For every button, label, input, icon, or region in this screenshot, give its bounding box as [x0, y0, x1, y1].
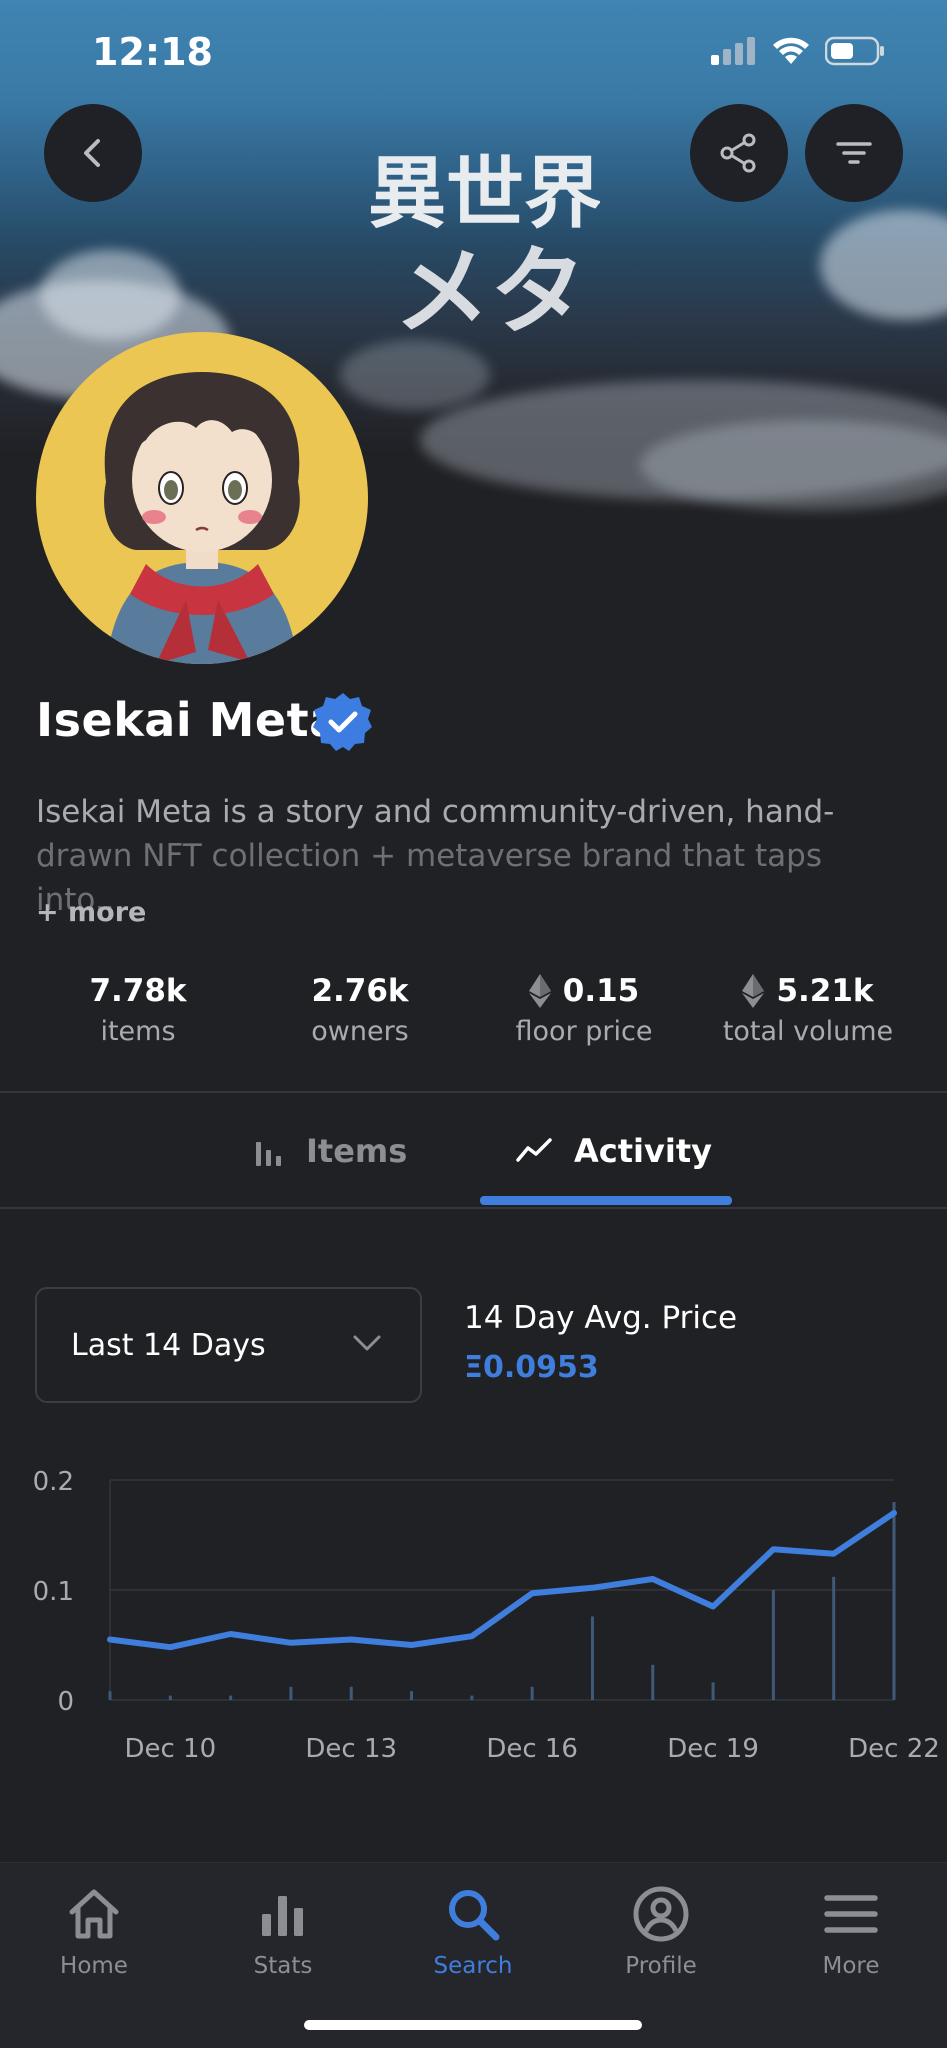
- back-button[interactable]: [44, 104, 142, 202]
- stat-value: 7.78k: [89, 973, 187, 1009]
- stat-total-volume: 5.21k total volume: [698, 970, 918, 1047]
- nav-label: Search: [433, 1953, 513, 1979]
- stats-icon: [262, 1896, 303, 1936]
- stat-label: items: [100, 1016, 176, 1047]
- dropdown-value: Last 14 Days: [71, 1327, 266, 1363]
- chart-grid: [109, 1479, 894, 1701]
- more-link[interactable]: + more: [36, 897, 146, 928]
- logo-line-1: 異世界: [370, 149, 600, 239]
- filter-icon: [836, 142, 872, 164]
- volume-bar: [530, 1686, 534, 1700]
- collection-logo: 異世界 メタ: [370, 149, 600, 348]
- chevron-left-icon: [84, 139, 100, 167]
- search-icon: [449, 1890, 500, 1941]
- stat-floor-price: 0.15 floor price: [474, 970, 694, 1047]
- collection-name: Isekai Meta: [36, 693, 341, 747]
- profile-icon: [633, 1886, 689, 1942]
- nav-more[interactable]: More: [776, 1883, 926, 1979]
- y-tick-label: 0: [57, 1687, 74, 1717]
- share-button[interactable]: [690, 104, 788, 202]
- volume-bar: [349, 1686, 353, 1700]
- x-tick-label: Dec 13: [305, 1734, 397, 1764]
- avg-price-label: 14 Day Avg. Price: [464, 1300, 738, 1336]
- status-icons: [711, 36, 885, 66]
- stat-owners: 2.76k owners: [250, 970, 470, 1047]
- nav-label: More: [822, 1953, 880, 1979]
- tab-items[interactable]: Items: [254, 1118, 407, 1184]
- price-line: [107, 1510, 897, 1651]
- logo-line-2: メタ: [394, 236, 586, 348]
- battery-icon: [825, 36, 884, 66]
- nav-search[interactable]: Search: [398, 1883, 548, 1979]
- volume-bar: [892, 1502, 896, 1700]
- y-tick-label: 0.2: [33, 1467, 74, 1497]
- nav-label: Home: [60, 1953, 128, 1979]
- divider: [0, 1207, 947, 1209]
- verified-badge-icon: [313, 693, 372, 751]
- volume-bar: [229, 1695, 233, 1700]
- y-tick-label: 0.1: [33, 1577, 74, 1607]
- volume-bar: [470, 1695, 474, 1700]
- volume-bar: [289, 1686, 293, 1700]
- volume-bar: [832, 1576, 836, 1700]
- stat-label: total volume: [722, 1016, 894, 1047]
- cellular-signal-icon: [711, 37, 755, 65]
- nav-home[interactable]: Home: [19, 1883, 169, 1979]
- collection-description: Isekai Meta is a story and community-dri…: [36, 790, 916, 922]
- nav-label: Profile: [625, 1953, 697, 1979]
- chevron-down-icon: [353, 1335, 381, 1351]
- stat-value: 0.15: [562, 973, 640, 1009]
- avatar-illustration: [104, 372, 300, 664]
- tab-activity[interactable]: Activity: [516, 1118, 712, 1184]
- divider: [0, 1091, 947, 1093]
- volume-bar: [410, 1691, 414, 1700]
- stat-label: floor price: [515, 1016, 653, 1047]
- share-icon: [720, 133, 756, 173]
- nav-label: Stats: [253, 1953, 313, 1979]
- x-tick-label: Dec 22: [848, 1734, 940, 1764]
- chart-volume-bars: [108, 1502, 896, 1700]
- tab-label: Items: [306, 1132, 408, 1170]
- chart-y-ticks: 0 0.1 0.2: [33, 1467, 74, 1717]
- menu-icon: [824, 1895, 878, 1933]
- volume-bar: [108, 1691, 112, 1700]
- description-line-2: drawn NFT collection + metaverse brand t…: [36, 838, 823, 918]
- volume-bar: [590, 1616, 594, 1700]
- volume-bar: [168, 1695, 172, 1700]
- status-time: 12:18: [92, 30, 213, 74]
- time-range-dropdown[interactable]: Last 14 Days: [35, 1287, 422, 1403]
- activity-chart: 0 0.1 0.2 Dec 10 Dec 13 Dec 16 Dec 19 Dec 22: [33, 1467, 940, 1764]
- collection-stats: 7.78k items 2.76k owners 0.15 floor pric…: [0, 970, 947, 1060]
- stat-label: owners: [311, 1016, 409, 1047]
- home-indicator: [304, 2020, 642, 2030]
- filter-button[interactable]: [805, 104, 903, 202]
- home-icon: [69, 1889, 119, 1939]
- avg-price-value: Ξ0.0953: [464, 1350, 599, 1385]
- volume-bar: [711, 1682, 715, 1700]
- chart-price-line: [107, 1510, 897, 1651]
- volume-bar: [771, 1590, 775, 1700]
- nav-profile[interactable]: Profile: [586, 1883, 736, 1979]
- nav-stats[interactable]: Stats: [208, 1883, 358, 1979]
- stat-value: 5.21k: [776, 973, 874, 1009]
- chart-x-ticks: Dec 10 Dec 13 Dec 16 Dec 19 Dec 22: [124, 1734, 939, 1764]
- bar-chart-icon: [256, 1142, 281, 1166]
- wifi-icon: [773, 37, 809, 64]
- ethereum-icon: [528, 974, 551, 1008]
- trend-line-icon: [516, 1138, 552, 1162]
- ethereum-icon: [742, 974, 765, 1008]
- x-tick-label: Dec 19: [667, 1734, 759, 1764]
- stat-items: 7.78k items: [28, 970, 248, 1047]
- description-line-1: Isekai Meta is a story and community-dri…: [36, 794, 835, 830]
- x-tick-label: Dec 16: [486, 1734, 578, 1764]
- active-tab-indicator: [480, 1196, 732, 1205]
- x-tick-label: Dec 10: [124, 1734, 216, 1764]
- collection-avatar: [36, 332, 368, 664]
- stat-value: 2.76k: [311, 973, 409, 1009]
- tab-label: Activity: [574, 1132, 712, 1170]
- volume-bar: [651, 1664, 655, 1700]
